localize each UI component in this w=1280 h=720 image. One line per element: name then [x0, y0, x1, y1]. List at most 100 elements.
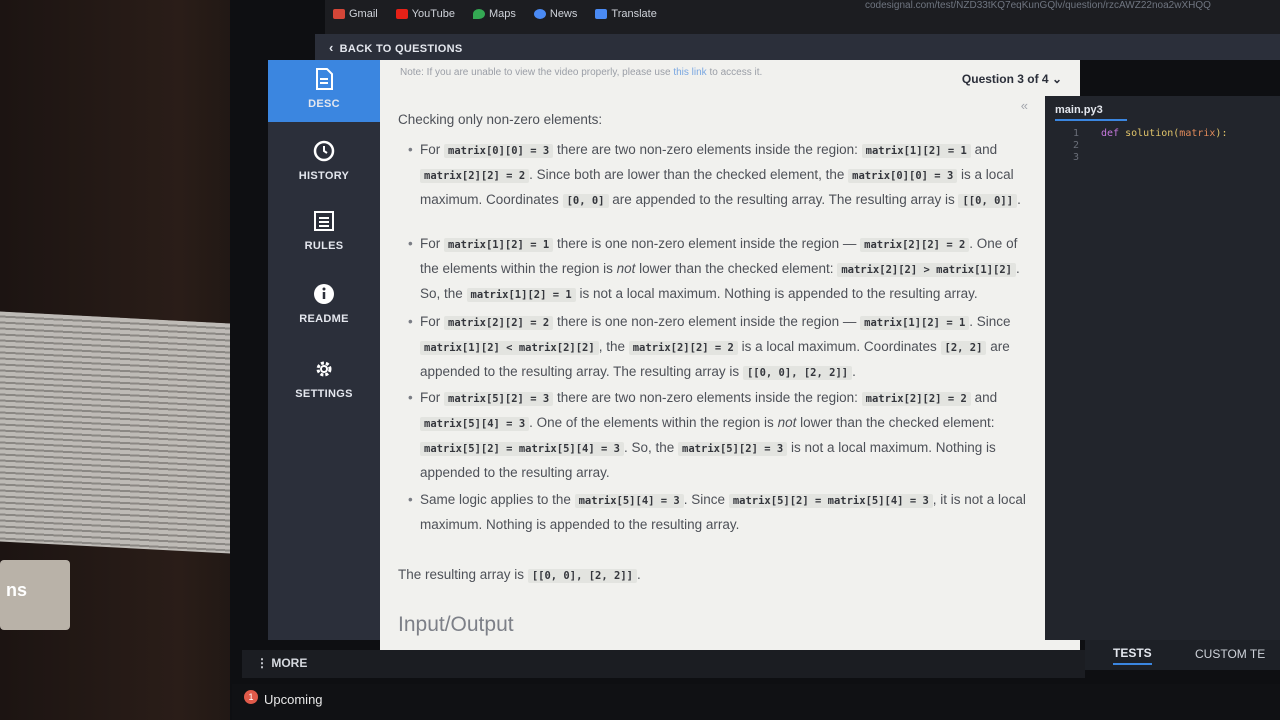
- text: . Since both are lower than the checked …: [529, 167, 845, 182]
- code: matrix[5][4] = 3: [420, 417, 530, 431]
- tests-bar: TESTS CUSTOM TE: [1085, 640, 1280, 670]
- text: .: [636, 567, 641, 582]
- code: matrix[5][2] = matrix[5][4] = 3: [420, 442, 624, 456]
- upcoming-widget[interactable]: 1 Upcoming: [244, 690, 323, 707]
- line-number: 3: [1073, 152, 1080, 163]
- text: For: [420, 314, 441, 329]
- text: . Since: [683, 492, 726, 507]
- code: [[0, 0], [2, 2]]: [742, 366, 853, 380]
- question-selector[interactable]: Question 3 of 4 ⌄: [962, 72, 1062, 86]
- code: [0, 0]: [562, 194, 609, 208]
- nav-label: README: [299, 313, 349, 325]
- text: For: [420, 236, 441, 251]
- address-url[interactable]: codesignal.com/test/NZD33tKQ7eqKunGQlv/q…: [865, 0, 1211, 11]
- clock-icon: [313, 140, 335, 162]
- text: is not a local maximum. Nothing is appen…: [579, 286, 978, 301]
- nav-desc[interactable]: DESC: [268, 60, 380, 122]
- code: matrix[5][2] = 3: [678, 442, 788, 456]
- code: matrix[1][2] = 1: [444, 238, 554, 252]
- bookmark-label: Maps: [488, 8, 516, 20]
- code: matrix[1][2] < matrix[2][2]: [420, 341, 599, 355]
- more-button[interactable]: ⋮ MORE: [256, 656, 307, 670]
- left-nav: DESC HISTORY RULES README SETTINGS: [268, 60, 380, 640]
- code: matrix[2][2] = 2: [628, 341, 738, 355]
- back-to-questions-link[interactable]: ‹ BACK TO QUESTIONS: [329, 40, 463, 55]
- text: there are two non-zero elements inside t…: [556, 142, 858, 157]
- text: . One of the elements within the region …: [529, 415, 774, 430]
- question-header: Note: If you are unable to view the vide…: [380, 60, 1080, 96]
- text: The resulting array is: [398, 567, 525, 582]
- bookmarks-bar: codesignal.com/test/NZD33tKQ7eqKunGQlv/q…: [325, 0, 1280, 34]
- explanation-bullet: Same logic applies to the matrix[5][4] =…: [408, 488, 1035, 536]
- desk-box-text: ns: [6, 580, 28, 600]
- news-icon: [533, 9, 546, 19]
- chevron-down-icon: ⌄: [1051, 72, 1062, 86]
- text: are appended to the resulting array. The…: [612, 192, 955, 207]
- text: lower than the checked element:: [639, 261, 834, 276]
- code: matrix[1][2] = 1: [861, 144, 971, 158]
- input-output-heading: Input/Output: [398, 613, 514, 636]
- code: matrix[0][0] = 3: [444, 144, 554, 158]
- document-icon: [313, 68, 335, 90]
- nav-readme[interactable]: README: [268, 275, 380, 337]
- intro-text: Checking only non-zero elements:: [398, 112, 603, 127]
- code: matrix[5][2] = matrix[5][4] = 3: [728, 494, 933, 508]
- code: matrix[0][0] = 3: [848, 169, 958, 183]
- gear-icon: [313, 358, 335, 380]
- nav-rules[interactable]: RULES: [268, 202, 380, 264]
- tab-tests[interactable]: TESTS: [1113, 646, 1152, 665]
- text: .: [852, 364, 856, 379]
- nav-history[interactable]: HISTORY: [268, 132, 380, 194]
- result-text: The resulting array is [[0, 0], [2, 2]].: [398, 563, 1038, 588]
- code: matrix[5][2] = 3: [444, 392, 554, 406]
- text: Same logic applies to the: [420, 492, 571, 507]
- bookmark-label: News: [549, 8, 578, 20]
- code: matrix[5][4] = 3: [574, 494, 684, 508]
- bookmark-maps[interactable]: Maps: [472, 8, 516, 20]
- text: there are two non-zero elements inside t…: [556, 390, 858, 405]
- editor-file-tab[interactable]: main.py3: [1055, 104, 1127, 121]
- chevron-left-icon: ‹: [329, 40, 334, 55]
- code: [[0, 0], [2, 2]]: [527, 569, 637, 583]
- translate-icon: [595, 9, 608, 19]
- explanation-bullet: For matrix[5][2] = 3 there are two non-z…: [408, 386, 1035, 484]
- explanation-bullet: For matrix[1][2] = 1 there is one non-ze…: [408, 232, 1035, 307]
- bookmark-news[interactable]: News: [533, 8, 578, 20]
- code: [[0, 0]]: [958, 194, 1018, 208]
- text: and: [974, 390, 998, 405]
- video-note: Note: If you are unable to view the vide…: [400, 67, 762, 78]
- nav-label: DESC: [308, 98, 340, 110]
- bookmark-translate[interactable]: Translate: [595, 8, 657, 20]
- text: lower than the checked element:: [800, 415, 995, 430]
- video-link[interactable]: this link: [673, 67, 706, 78]
- line-numbers: 1 2 3: [1073, 128, 1079, 164]
- code: matrix[2][2] = 2: [444, 316, 554, 330]
- paper-stack: [0, 311, 250, 555]
- code: matrix[2][2] = 2: [420, 169, 530, 183]
- text: For: [420, 142, 441, 157]
- code: matrix[2][2] > matrix[1][2]: [837, 263, 1016, 277]
- code: matrix[1][2] = 1: [860, 316, 970, 330]
- nav-label: SETTINGS: [295, 388, 353, 400]
- maps-icon: [472, 9, 485, 19]
- gmail-icon: [333, 9, 345, 19]
- line-number: 2: [1073, 140, 1080, 151]
- function-name: solution: [1125, 128, 1174, 139]
- list-icon: [313, 210, 335, 232]
- text: there is one non-zero element inside the…: [556, 236, 857, 251]
- nav-label: HISTORY: [298, 170, 350, 182]
- notification-badge: 1: [244, 690, 258, 704]
- more-bar: ⋮ MORE: [242, 650, 1085, 678]
- tab-custom-tests[interactable]: CUSTOM TE: [1195, 647, 1265, 661]
- bookmark-youtube[interactable]: YouTube: [395, 8, 455, 20]
- text: there is one non-zero element inside the…: [556, 314, 857, 329]
- bookmark-label: Translate: [611, 8, 657, 20]
- code: matrix[2][2] = 2: [860, 238, 970, 252]
- code-line[interactable]: def solution(matrix):: [1101, 128, 1227, 140]
- code-editor[interactable]: main.py3 1 2 3 def solution(matrix):: [1045, 96, 1280, 640]
- nav-settings[interactable]: SETTINGS: [268, 350, 380, 412]
- text: . Since: [969, 314, 1011, 329]
- desk-box: ns: [0, 560, 70, 630]
- bookmark-gmail[interactable]: Gmail: [333, 8, 378, 20]
- info-icon: [313, 283, 335, 305]
